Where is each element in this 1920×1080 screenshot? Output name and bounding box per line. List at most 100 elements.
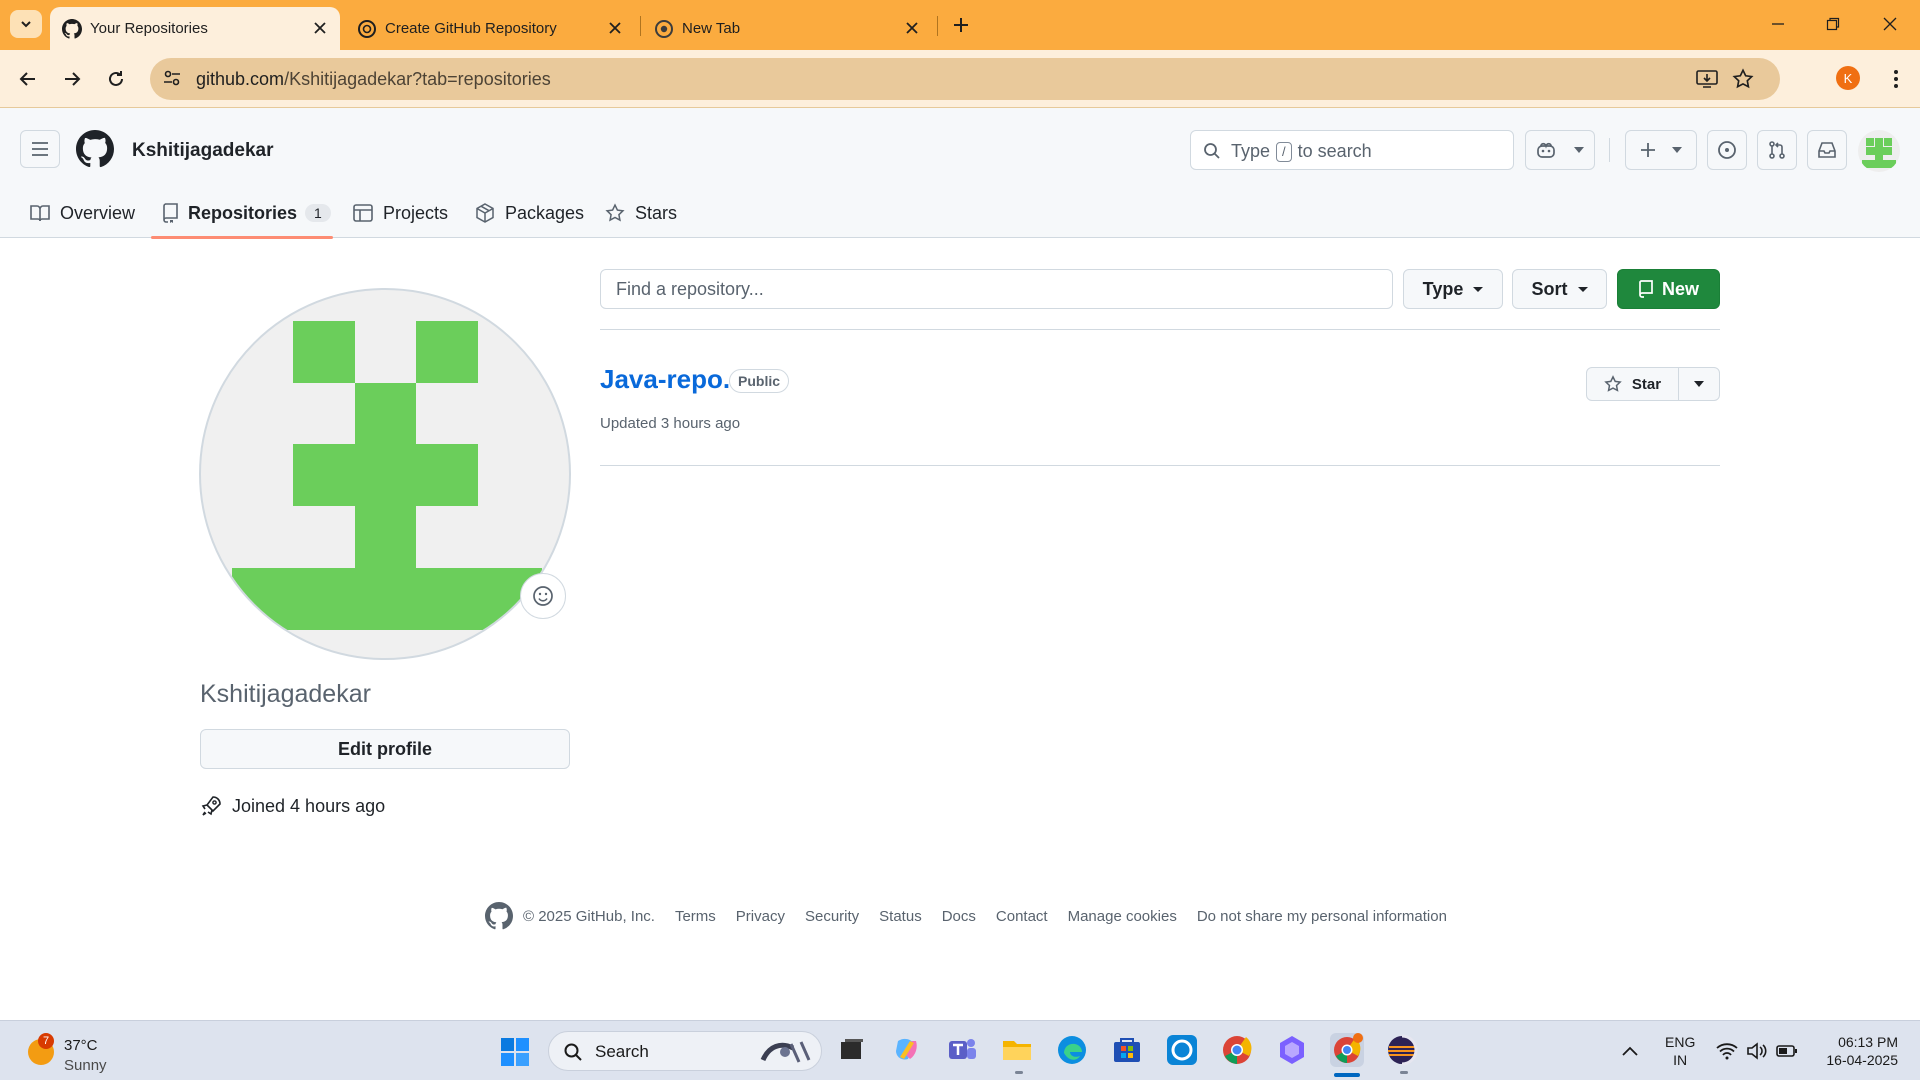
reload-button[interactable] — [100, 63, 132, 95]
weather-condition: Sunny — [64, 1057, 107, 1074]
copilot-purple-icon[interactable] — [1275, 1033, 1309, 1067]
tab-separator — [937, 16, 938, 36]
close-icon — [1883, 17, 1897, 31]
tab-packages-label: Packages — [505, 202, 585, 223]
tab-search-button[interactable] — [10, 10, 42, 38]
tab-title: Your Repositories — [90, 20, 208, 37]
issues-button[interactable] — [1707, 130, 1747, 170]
user-avatar[interactable] — [1858, 130, 1900, 172]
open-global-navigation-button[interactable] — [20, 130, 60, 168]
triangle-down-icon — [1574, 147, 1584, 153]
address-bar[interactable]: github.com/Kshitijagadekar?tab=repositor… — [150, 58, 1780, 100]
reload-icon — [109, 71, 123, 86]
task-view-icon[interactable] — [835, 1033, 869, 1067]
browser-menu-button[interactable] — [1880, 63, 1912, 95]
copilot-button[interactable] — [1525, 130, 1595, 170]
copilot-app-icon[interactable] — [890, 1033, 924, 1067]
browser-tab-create-github-repository[interactable]: Create GitHub Repository — [345, 7, 635, 50]
file-explorer-icon[interactable] — [1000, 1033, 1034, 1067]
close-icon[interactable] — [605, 18, 625, 38]
footer-link-terms[interactable]: Terms — [675, 908, 716, 925]
create-new-button[interactable] — [1625, 130, 1697, 170]
chevron-up-icon — [1622, 1046, 1638, 1056]
chrome-icon[interactable] — [1220, 1033, 1254, 1067]
edge-icon[interactable] — [1055, 1033, 1089, 1067]
footer-link-contact[interactable]: Contact — [996, 908, 1048, 925]
region-code: IN — [1673, 1052, 1688, 1068]
tab-projects[interactable]: Projects — [353, 188, 448, 238]
star-button[interactable]: Star — [1587, 368, 1679, 400]
footer-link-status[interactable]: Status — [879, 908, 922, 925]
tab-overview[interactable]: Overview — [30, 188, 135, 238]
chatgpt-favicon-icon — [357, 19, 377, 39]
github-logo-icon[interactable] — [485, 902, 513, 930]
set-status-button[interactable] — [520, 573, 566, 619]
restore-button[interactable] — [1813, 10, 1853, 38]
close-icon[interactable] — [310, 18, 330, 38]
issue-opened-icon — [1718, 141, 1736, 159]
forward-button[interactable] — [56, 63, 88, 95]
type-filter-button[interactable]: Type — [1403, 269, 1503, 309]
triangle-down-icon — [1577, 286, 1588, 292]
tab-packages[interactable]: Packages — [475, 188, 584, 238]
system-clock[interactable]: 06:13 PM 16-04-2025 — [1808, 1033, 1898, 1069]
new-tab-button[interactable] — [948, 12, 974, 38]
search-placeholder-suffix: to search — [1297, 141, 1372, 161]
tab-stars[interactable]: Stars — [605, 188, 677, 238]
show-hidden-icons-button[interactable] — [1622, 1021, 1638, 1080]
input-language-indicator[interactable]: ENG IN — [1665, 1033, 1695, 1069]
header-divider — [1609, 138, 1610, 162]
site-info-icon[interactable] — [162, 68, 182, 88]
footer-link-privacy[interactable]: Privacy — [736, 908, 785, 925]
microsoft-store-icon[interactable] — [1110, 1033, 1144, 1067]
repo-link[interactable]: Java-repo. — [600, 364, 730, 395]
pull-requests-button[interactable] — [1757, 130, 1797, 170]
bookmark-star-icon[interactable] — [1732, 68, 1754, 90]
star-label: Star — [1631, 375, 1662, 393]
star-list-dropdown-button[interactable] — [1679, 368, 1719, 400]
browser-tab-new-tab[interactable]: New Tab — [642, 7, 932, 50]
search-shortcut-key: / — [1276, 141, 1292, 162]
minimize-button[interactable] — [1758, 10, 1798, 38]
tab-repositories[interactable]: Repositories 1 — [162, 188, 331, 238]
clock-date: 16-04-2025 — [1826, 1052, 1898, 1068]
url-host: github.com — [196, 69, 285, 89]
weather-temperature: 37°C — [64, 1037, 98, 1054]
browser-tab-strip: Your Repositories Create GitHub Reposito… — [0, 0, 1920, 50]
context-username[interactable]: Kshitijagadekar — [132, 140, 274, 162]
table-icon — [353, 204, 373, 222]
tab-separator — [640, 16, 641, 36]
install-app-icon[interactable] — [1696, 69, 1718, 89]
search-placeholder-prefix: Type — [1231, 141, 1271, 161]
identicon-pixel — [293, 444, 478, 506]
chrome-profile-icon[interactable] — [1330, 1033, 1364, 1067]
eclipse-icon[interactable] — [1385, 1033, 1419, 1067]
start-button[interactable] — [500, 1037, 530, 1067]
alexa-icon[interactable] — [1165, 1033, 1199, 1067]
language-code: ENG — [1665, 1034, 1696, 1050]
browser-profile-avatar[interactable]: K — [1836, 66, 1860, 90]
taskbar-search-box[interactable]: Search — [548, 1031, 822, 1071]
chevron-down-icon — [21, 21, 31, 28]
footer-link-do-not-share[interactable]: Do not share my personal information — [1197, 908, 1447, 925]
github-logo-icon[interactable] — [76, 130, 114, 168]
back-button[interactable] — [12, 63, 44, 95]
active-app-indicator — [1334, 1073, 1360, 1077]
browser-tab-your-repositories[interactable]: Your Repositories — [50, 7, 340, 50]
star-button-group: Star — [1586, 367, 1720, 401]
inbox-button[interactable] — [1807, 130, 1847, 170]
new-repository-button[interactable]: New — [1617, 269, 1720, 309]
find-repository-input[interactable] — [600, 269, 1393, 309]
search-icon — [563, 1042, 583, 1062]
footer-link-docs[interactable]: Docs — [942, 908, 976, 925]
edit-profile-button[interactable]: Edit profile — [200, 729, 570, 769]
window-close-button[interactable] — [1870, 10, 1910, 38]
footer-link-manage-cookies[interactable]: Manage cookies — [1068, 908, 1177, 925]
network-volume-battery-group[interactable] — [1716, 1021, 1798, 1080]
sort-button[interactable]: Sort — [1512, 269, 1607, 309]
wifi-icon — [1716, 1043, 1738, 1060]
footer-link-security[interactable]: Security — [805, 908, 859, 925]
github-search-input[interactable]: Type / to search — [1190, 130, 1514, 170]
teams-icon[interactable] — [945, 1033, 979, 1067]
close-icon[interactable] — [902, 18, 922, 38]
